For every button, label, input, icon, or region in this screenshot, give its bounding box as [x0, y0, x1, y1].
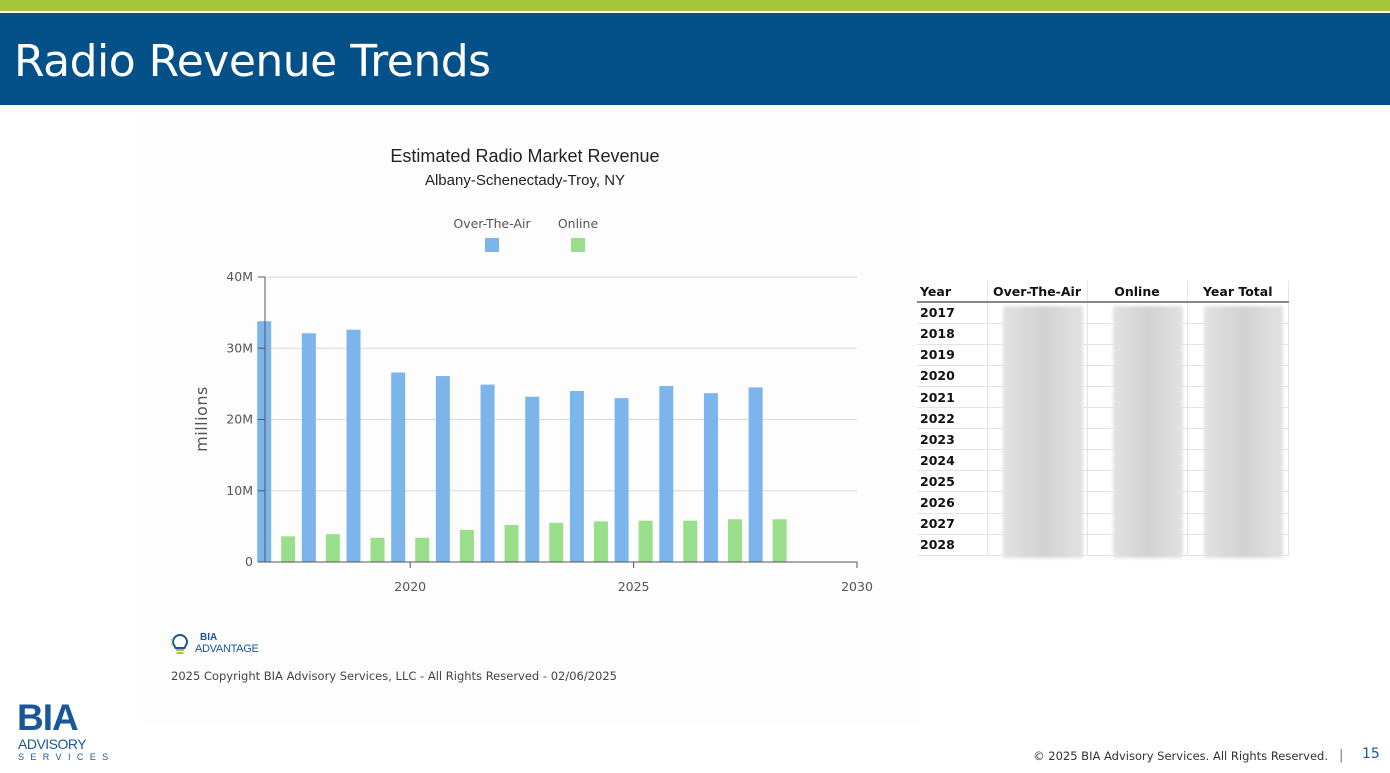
year-cell: 2024	[917, 449, 988, 472]
chart-copyright: 2025 Copyright BIA Advisory Services, LL…	[171, 669, 617, 683]
chart-panel: Estimated Radio Market Revenue Albany-Sc…	[143, 112, 920, 724]
bar-over-the-air	[748, 387, 763, 562]
y-tick-label: 20M	[226, 412, 253, 427]
svg-text:ADVANTAGE: ADVANTAGE	[195, 643, 259, 655]
bar-online	[415, 537, 430, 562]
year-cell: 2025	[917, 470, 988, 493]
redacted-ota-column	[1003, 306, 1083, 558]
bia-advantage-logo: BIA ADVANTAGE	[171, 632, 259, 655]
year-cell: 2023	[917, 428, 988, 451]
footer-separator: |	[1339, 748, 1344, 763]
bar-online	[459, 529, 474, 562]
footer-copyright: © 2025 BIA Advisory Services. All Rights…	[1033, 749, 1328, 763]
bar-over-the-air	[435, 376, 450, 562]
y-tick-label: 30M	[226, 340, 253, 355]
chart-subtitle: Albany-Schenectady-Troy, NY	[425, 172, 625, 189]
bar-online	[727, 519, 742, 562]
table-header-row: Year Over-The-Air Online Year Total	[917, 281, 1289, 304]
bar-over-the-air	[480, 384, 495, 562]
legend-label: Online	[558, 216, 599, 231]
svg-text:BIA: BIA	[200, 632, 217, 643]
year-cell: 2026	[917, 491, 988, 514]
accent-stripe	[0, 0, 1390, 11]
x-tick-label: 2020	[394, 579, 426, 594]
legend: Over-The-Air Online	[453, 216, 598, 252]
year-cell: 2027	[917, 513, 988, 535]
year-cell: 2022	[917, 407, 988, 430]
table-header-online: Online	[1087, 281, 1188, 304]
bar-online	[683, 520, 698, 562]
slide-title: Radio Revenue Trends	[14, 36, 491, 87]
legend-swatch	[571, 238, 585, 252]
year-cell: 2017	[917, 302, 988, 324]
lightbulb-icon	[171, 633, 189, 654]
bar-online	[638, 520, 653, 562]
x-tick-label: 2030	[841, 579, 873, 594]
chart-title: Estimated Radio Market Revenue	[390, 146, 659, 166]
year-cell: 2018	[917, 323, 988, 345]
table-header-total: Year Total	[1187, 281, 1289, 304]
year-cell: 2019	[917, 344, 988, 366]
bar-over-the-air	[659, 386, 674, 562]
bar-online	[593, 521, 608, 562]
year-cell: 2021	[917, 386, 988, 409]
bar-online	[772, 519, 787, 562]
page-number: 15	[1362, 746, 1380, 762]
y-tick-label: 0	[245, 554, 253, 569]
year-cell: 2020	[917, 365, 988, 387]
bar-over-the-air	[614, 398, 629, 562]
bar-over-the-air	[346, 329, 361, 562]
bar-online	[325, 534, 340, 562]
bar-online	[504, 524, 519, 562]
bar-online	[370, 537, 385, 562]
bar-over-the-air	[391, 372, 406, 562]
y-tick-label: 10M	[226, 483, 253, 498]
bia-advisory-logo: BIA ADVISORY SERVICES	[17, 697, 115, 762]
bar-over-the-air	[257, 321, 272, 562]
table-header-year: Year	[917, 281, 988, 304]
year-cell: 2028	[917, 534, 988, 556]
y-tick-label: 40M	[226, 269, 253, 284]
bar-online	[549, 522, 564, 562]
bar-over-the-air	[569, 391, 584, 562]
bars	[257, 321, 787, 562]
legend-swatch	[485, 238, 499, 252]
table-header-ota: Over-The-Air	[987, 281, 1088, 304]
x-tick-label: 2025	[618, 579, 650, 594]
bar-online	[281, 536, 296, 562]
bar-over-the-air	[525, 396, 540, 562]
legend-label: Over-The-Air	[453, 216, 531, 231]
bar-over-the-air	[301, 333, 316, 562]
redacted-online-column	[1113, 306, 1183, 558]
bar-over-the-air	[703, 393, 718, 562]
y-axis-label: millions	[192, 386, 211, 452]
redacted-total-column	[1204, 306, 1283, 558]
